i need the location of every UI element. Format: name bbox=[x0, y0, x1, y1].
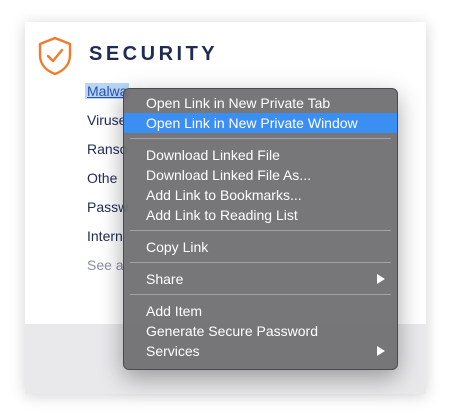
menu-item-add-item[interactable]: Add Item bbox=[124, 301, 397, 321]
menu-item-label: Download Linked File bbox=[146, 147, 280, 163]
menu-item-open-link-in-new-private-tab[interactable]: Open Link in New Private Tab bbox=[124, 93, 397, 113]
menu-item-label: Download Linked File As... bbox=[146, 167, 311, 183]
menu-item-label: Services bbox=[146, 343, 200, 359]
menu-item-copy-link[interactable]: Copy Link bbox=[124, 237, 397, 257]
menu-item-add-link-to-reading-list[interactable]: Add Link to Reading List bbox=[124, 205, 397, 225]
chevron-right-icon bbox=[377, 274, 385, 284]
menu-item-label: Add Link to Bookmarks... bbox=[146, 187, 302, 203]
chevron-right-icon bbox=[377, 346, 385, 356]
menu-item-services[interactable]: Services bbox=[124, 341, 397, 361]
security-link[interactable]: Othe bbox=[87, 170, 117, 186]
context-menu: Open Link in New Private Tab Open Link in… bbox=[123, 88, 398, 370]
security-link[interactable]: Intern bbox=[87, 228, 123, 244]
menu-item-label: Open Link in New Private Window bbox=[146, 115, 358, 131]
menu-item-share[interactable]: Share bbox=[124, 269, 397, 289]
menu-item-open-link-in-new-private-window[interactable]: Open Link in New Private Window bbox=[124, 113, 397, 133]
menu-separator bbox=[130, 294, 391, 295]
security-link[interactable]: Ranso bbox=[87, 141, 127, 157]
menu-item-generate-secure-password[interactable]: Generate Secure Password bbox=[124, 321, 397, 341]
menu-item-label: Generate Secure Password bbox=[146, 323, 318, 339]
menu-item-label: Share bbox=[146, 271, 184, 287]
menu-item-add-link-to-bookmarks[interactable]: Add Link to Bookmarks... bbox=[124, 185, 397, 205]
see-all-link[interactable]: See a bbox=[87, 257, 124, 273]
menu-separator bbox=[130, 262, 391, 263]
security-link[interactable]: Viruse bbox=[87, 112, 126, 128]
card-title: SECURITY bbox=[89, 43, 219, 65]
shield-check-icon bbox=[38, 36, 72, 76]
menu-item-download-linked-file[interactable]: Download Linked File bbox=[124, 145, 397, 165]
menu-item-label: Add Item bbox=[146, 303, 203, 319]
menu-separator bbox=[130, 230, 391, 231]
menu-separator bbox=[130, 138, 391, 139]
menu-item-label: Open Link in New Private Tab bbox=[146, 95, 331, 111]
menu-item-label: Add Link to Reading List bbox=[146, 207, 298, 223]
menu-item-download-linked-file-as[interactable]: Download Linked File As... bbox=[124, 165, 397, 185]
menu-item-label: Copy Link bbox=[146, 239, 209, 255]
